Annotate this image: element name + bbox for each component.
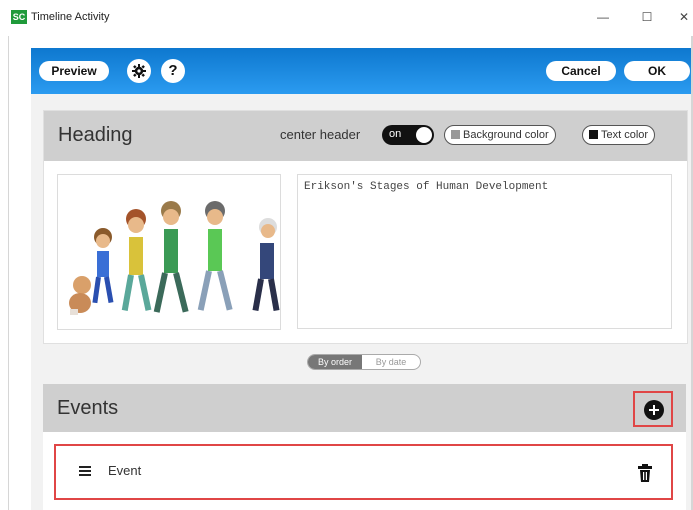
gear-icon xyxy=(132,64,146,78)
toolbar: Preview ? Cancel OK xyxy=(31,48,691,94)
preview-button[interactable]: Preview xyxy=(39,61,109,81)
sort-by-order-option[interactable]: By order xyxy=(308,355,362,369)
trash-icon[interactable] xyxy=(638,464,652,482)
maximize-button[interactable]: ☐ xyxy=(637,8,657,26)
center-header-label: center header xyxy=(280,127,361,142)
heading-card: Heading center header on Background colo… xyxy=(43,110,688,344)
app-icon: SC xyxy=(11,10,27,24)
text-color-swatch xyxy=(589,130,598,139)
drag-handle-icon[interactable] xyxy=(79,466,93,478)
heading-card-header: Heading center header on Background colo… xyxy=(44,111,687,161)
ok-button[interactable]: OK xyxy=(624,61,690,81)
window-border-left xyxy=(8,36,9,510)
toggle-state: on xyxy=(389,128,402,140)
minimize-button[interactable]: — xyxy=(593,8,613,26)
background-swatch xyxy=(451,130,460,139)
heading-text-input[interactable]: Erikson's Stages of Human Development xyxy=(297,174,672,329)
window-title: Timeline Activity xyxy=(31,11,110,23)
text-color-label: Text color xyxy=(601,129,649,141)
cancel-button[interactable]: Cancel xyxy=(546,61,616,81)
heading-text-value: Erikson's Stages of Human Development xyxy=(304,181,549,193)
event-label: Event xyxy=(108,463,142,478)
events-list: Event xyxy=(43,432,686,510)
settings-button[interactable] xyxy=(127,59,151,83)
list-item[interactable]: Event xyxy=(54,444,673,500)
add-event-highlight xyxy=(633,391,673,427)
heading-image[interactable] xyxy=(57,174,281,330)
toggle-knob xyxy=(416,127,432,143)
heading-title: Heading xyxy=(58,124,133,146)
add-event-button[interactable] xyxy=(644,400,664,420)
background-color-button[interactable]: Background color xyxy=(444,125,556,145)
plus-icon xyxy=(649,405,659,415)
center-header-toggle[interactable]: on xyxy=(382,125,434,145)
events-header: Events xyxy=(43,384,686,432)
events-title: Events xyxy=(57,397,119,419)
sort-by-date-option[interactable]: By date xyxy=(362,355,420,369)
window-titlebar: SC Timeline Activity — ☐ ✕ xyxy=(0,0,693,36)
human-development-illustration xyxy=(69,201,280,315)
help-button[interactable]: ? xyxy=(161,59,185,83)
background-color-label: Background color xyxy=(463,129,549,141)
sort-toggle: By order By date xyxy=(307,354,421,370)
text-color-button[interactable]: Text color xyxy=(582,125,656,145)
close-button[interactable]: ✕ xyxy=(674,8,693,26)
